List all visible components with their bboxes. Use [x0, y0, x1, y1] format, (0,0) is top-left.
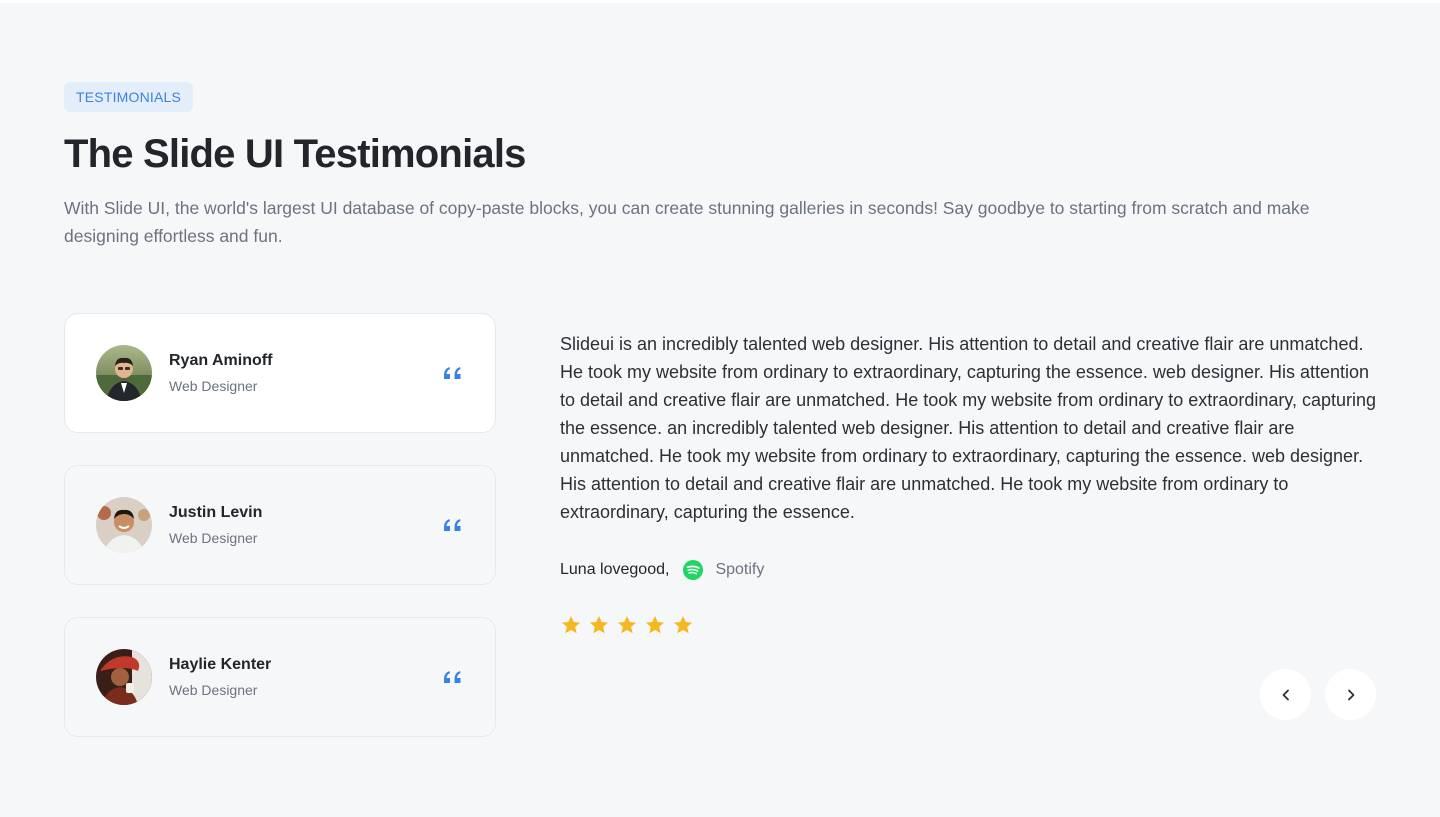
- testimonials-section: TESTIMONIALS The Slide UI Testimonials W…: [0, 0, 1440, 817]
- testimonial-role: Web Designer: [169, 378, 258, 394]
- testimonial-name: Haylie Kenter: [169, 656, 272, 673]
- star-icon: [646, 616, 664, 634]
- star-icon: [674, 616, 692, 634]
- review-author: Luna lovegood, Spotify: [560, 558, 764, 582]
- chevron-right-icon: [1347, 689, 1354, 700]
- spotify-icon: [683, 560, 704, 580]
- avatar: [96, 497, 152, 553]
- top-divider: [0, 0, 1440, 3]
- star-icon: [562, 616, 580, 634]
- quote-icon: [444, 367, 461, 379]
- testimonial-role: Web Designer: [169, 530, 258, 546]
- quote-icon: [444, 671, 461, 683]
- author-name: Luna lovegood,: [560, 561, 670, 578]
- testimonial-text: Slideui is an incredibly talented web de…: [560, 334, 1377, 522]
- testimonial-card[interactable]: Justin Levin Web Designer: [64, 465, 496, 585]
- section-subtitle: With Slide UI, the world's largest UI da…: [64, 198, 1310, 246]
- next-button[interactable]: [1325, 669, 1376, 720]
- company-name: Spotify: [715, 561, 765, 578]
- quote-icon: [444, 519, 461, 531]
- testimonial-card[interactable]: Ryan Aminoff Web Designer: [64, 313, 496, 433]
- avatar: [96, 345, 152, 401]
- testimonial-card[interactable]: Haylie Kenter Web Designer: [64, 617, 496, 737]
- testimonial-list: Ryan Aminoff Web Designer Justin Levin W…: [64, 313, 496, 769]
- previous-button[interactable]: [1260, 669, 1311, 720]
- testimonial-name: Justin Levin: [169, 504, 263, 521]
- page-title: The Slide UI Testimonials: [64, 132, 526, 176]
- testimonial-name: Ryan Aminoff: [169, 352, 273, 369]
- star-icon: [618, 616, 636, 634]
- testimonial-role: Web Designer: [169, 682, 258, 698]
- section-badge: TESTIMONIALS: [64, 82, 194, 112]
- rating-stars: [560, 614, 700, 636]
- chevron-left-icon: [1282, 689, 1289, 700]
- star-icon: [590, 616, 608, 634]
- avatar: [96, 649, 152, 705]
